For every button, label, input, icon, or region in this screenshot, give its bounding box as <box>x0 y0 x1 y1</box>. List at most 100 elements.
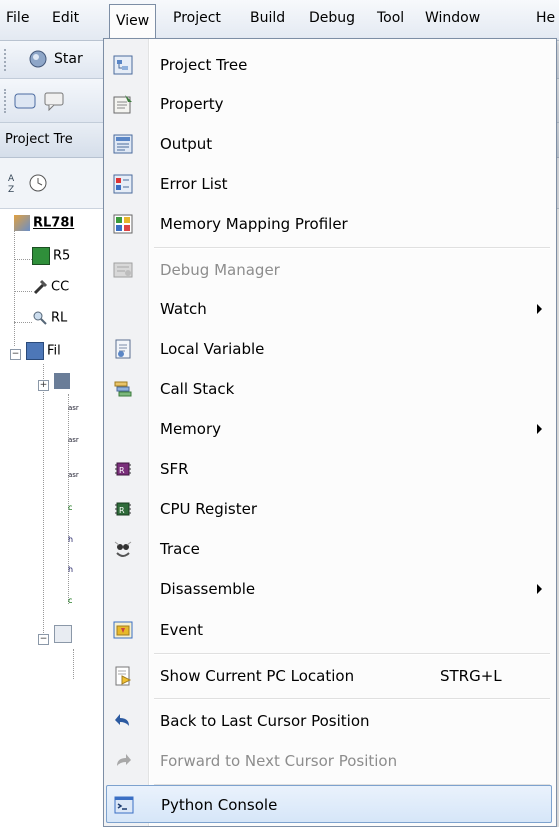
menu-item-forward-to-next-cursor-position[interactable]: Forward to Next Cursor Position <box>106 742 552 780</box>
menu-view[interactable]: View <box>109 4 157 38</box>
menu-item-label: Show Current PC Location <box>160 667 355 685</box>
menu-item-sfr[interactable]: R SFR <box>106 450 552 488</box>
menu-item-event[interactable]: Event <box>106 611 552 649</box>
menu-project[interactable]: Project <box>173 10 221 26</box>
menu-item-label: Back to Last Cursor Position <box>160 712 370 730</box>
menu-item-output[interactable]: Output <box>106 125 552 163</box>
comment-icon[interactable] <box>44 91 64 112</box>
debugger-icon <box>32 310 48 326</box>
menu-help[interactable]: He <box>536 10 555 26</box>
asm-file-icon: asr <box>68 471 79 479</box>
svg-text:A: A <box>8 174 15 184</box>
tree-node-label: Fil <box>47 343 61 359</box>
tree-node[interactable] <box>54 625 75 647</box>
menu-item-label: CPU Register <box>160 500 258 518</box>
menu-item-trace[interactable]: Trace <box>106 530 552 568</box>
menu-item-disassemble[interactable]: Disassemble <box>106 570 552 608</box>
error-list-icon <box>113 174 133 194</box>
start-button-label[interactable]: Star <box>54 51 83 67</box>
menu-item-label: Memory <box>160 420 222 438</box>
submenu-arrow-icon <box>537 584 542 594</box>
h-file-icon: h <box>68 535 74 544</box>
tree-node[interactable]: R5 <box>32 247 70 269</box>
tree-node[interactable]: CC <box>32 279 69 301</box>
toolbar-grip[interactable] <box>4 89 9 113</box>
c-file-icon: c <box>68 503 73 512</box>
local-variable-icon <box>113 339 133 359</box>
menu-tool[interactable]: Tool <box>377 10 404 26</box>
menu-item-shortcut: STRG+L <box>440 667 502 685</box>
forward-arrow-icon <box>113 751 133 771</box>
menu-item-error-list[interactable]: Error List <box>106 165 552 203</box>
menu-item-label: Output <box>160 135 213 153</box>
menu-item-watch[interactable]: Watch <box>106 290 552 328</box>
file-h[interactable]: h <box>68 535 87 557</box>
cpu-register-icon: R <box>113 499 133 519</box>
menu-item-label: Disassemble <box>160 580 256 598</box>
menu-item-memory[interactable]: Memory <box>106 410 552 448</box>
file-c[interactable]: c <box>68 596 87 618</box>
menu-edit[interactable]: Edit <box>52 10 79 26</box>
history-icon[interactable] <box>28 173 48 197</box>
file-asm[interactable]: asr <box>68 471 93 493</box>
menu-item-project-tree[interactable]: Project Tree <box>106 46 552 84</box>
tree-node[interactable]: Fil <box>26 342 61 364</box>
menu-separator <box>154 653 550 655</box>
menu-item-memory-mapping-profiler[interactable]: Memory Mapping Profiler <box>106 205 552 243</box>
pc-location-icon <box>113 666 133 686</box>
tree-node[interactable] <box>54 373 73 395</box>
menu-item-local-variable[interactable]: Local Variable <box>106 330 552 368</box>
menu-item-label: Python Console <box>161 796 278 814</box>
menu-item-label: Trace <box>160 540 200 558</box>
python-console-icon <box>114 795 134 815</box>
project-tree-icon <box>113 55 133 75</box>
tree-node[interactable]: RL <box>32 310 67 332</box>
toolbar-grip[interactable] <box>4 49 9 71</box>
collapse-toggle[interactable]: − <box>10 349 21 360</box>
menu-build[interactable]: Build <box>250 10 285 26</box>
file-c[interactable]: c <box>68 503 87 525</box>
svg-text:R: R <box>119 506 125 515</box>
microcontroller-icon <box>32 247 50 265</box>
menu-debug[interactable]: Debug <box>309 10 355 26</box>
tree-node-label: CC <box>51 279 70 295</box>
menu-item-call-stack[interactable]: Call Stack <box>106 370 552 408</box>
sort-icon[interactable]: AZ <box>6 172 20 197</box>
asm-file-icon: asr <box>68 404 79 412</box>
panel-title: Project Tre <box>5 132 73 147</box>
menu-item-debug-manager[interactable]: Debug Manager <box>106 251 552 289</box>
menu-item-label: Property <box>160 95 224 113</box>
menu-window[interactable]: Window <box>425 10 480 26</box>
output-icon <box>113 134 133 154</box>
window-icon[interactable] <box>14 91 36 109</box>
build-tool-icon <box>32 279 48 295</box>
collapse-toggle[interactable]: − <box>38 634 49 645</box>
menu-item-back-to-last-cursor-position[interactable]: Back to Last Cursor Position <box>106 702 552 740</box>
menu-item-label: Memory Mapping Profiler <box>160 215 348 233</box>
menu-item-python-console[interactable]: Python Console <box>106 785 552 823</box>
event-icon <box>113 620 133 640</box>
call-stack-icon <box>113 379 133 399</box>
h-file-icon: h <box>68 565 74 574</box>
tree-node-label: RL <box>51 310 68 326</box>
tree-line <box>73 649 74 679</box>
menu-item-label: Project Tree <box>160 56 248 74</box>
view-menu-dropdown: Project Tree Property Output Error List … <box>103 38 557 827</box>
menu-file[interactable]: File <box>6 10 29 26</box>
expand-toggle[interactable]: + <box>38 380 49 391</box>
menu-item-label: Watch <box>160 300 207 318</box>
folder-icon <box>26 342 44 360</box>
property-icon <box>113 94 133 114</box>
file-h[interactable]: h <box>68 565 87 587</box>
menu-item-cpu-register[interactable]: R CPU Register <box>106 490 552 528</box>
tree-root-label: RL78I <box>33 215 75 231</box>
tree-root[interactable]: RL78I <box>14 215 74 237</box>
file-asm[interactable]: asr <box>68 436 93 458</box>
start-icon[interactable] <box>28 49 48 68</box>
menu-item-property[interactable]: Property <box>106 85 552 123</box>
file-asm[interactable]: asr <box>68 404 93 426</box>
menu-item-label: Call Stack <box>160 380 235 398</box>
svg-text:Z: Z <box>8 185 14 194</box>
menu-item-show-current-pc-location[interactable]: Show Current PC Location STRG+L <box>106 657 552 695</box>
menu-item-label: Forward to Next Cursor Position <box>160 752 398 770</box>
